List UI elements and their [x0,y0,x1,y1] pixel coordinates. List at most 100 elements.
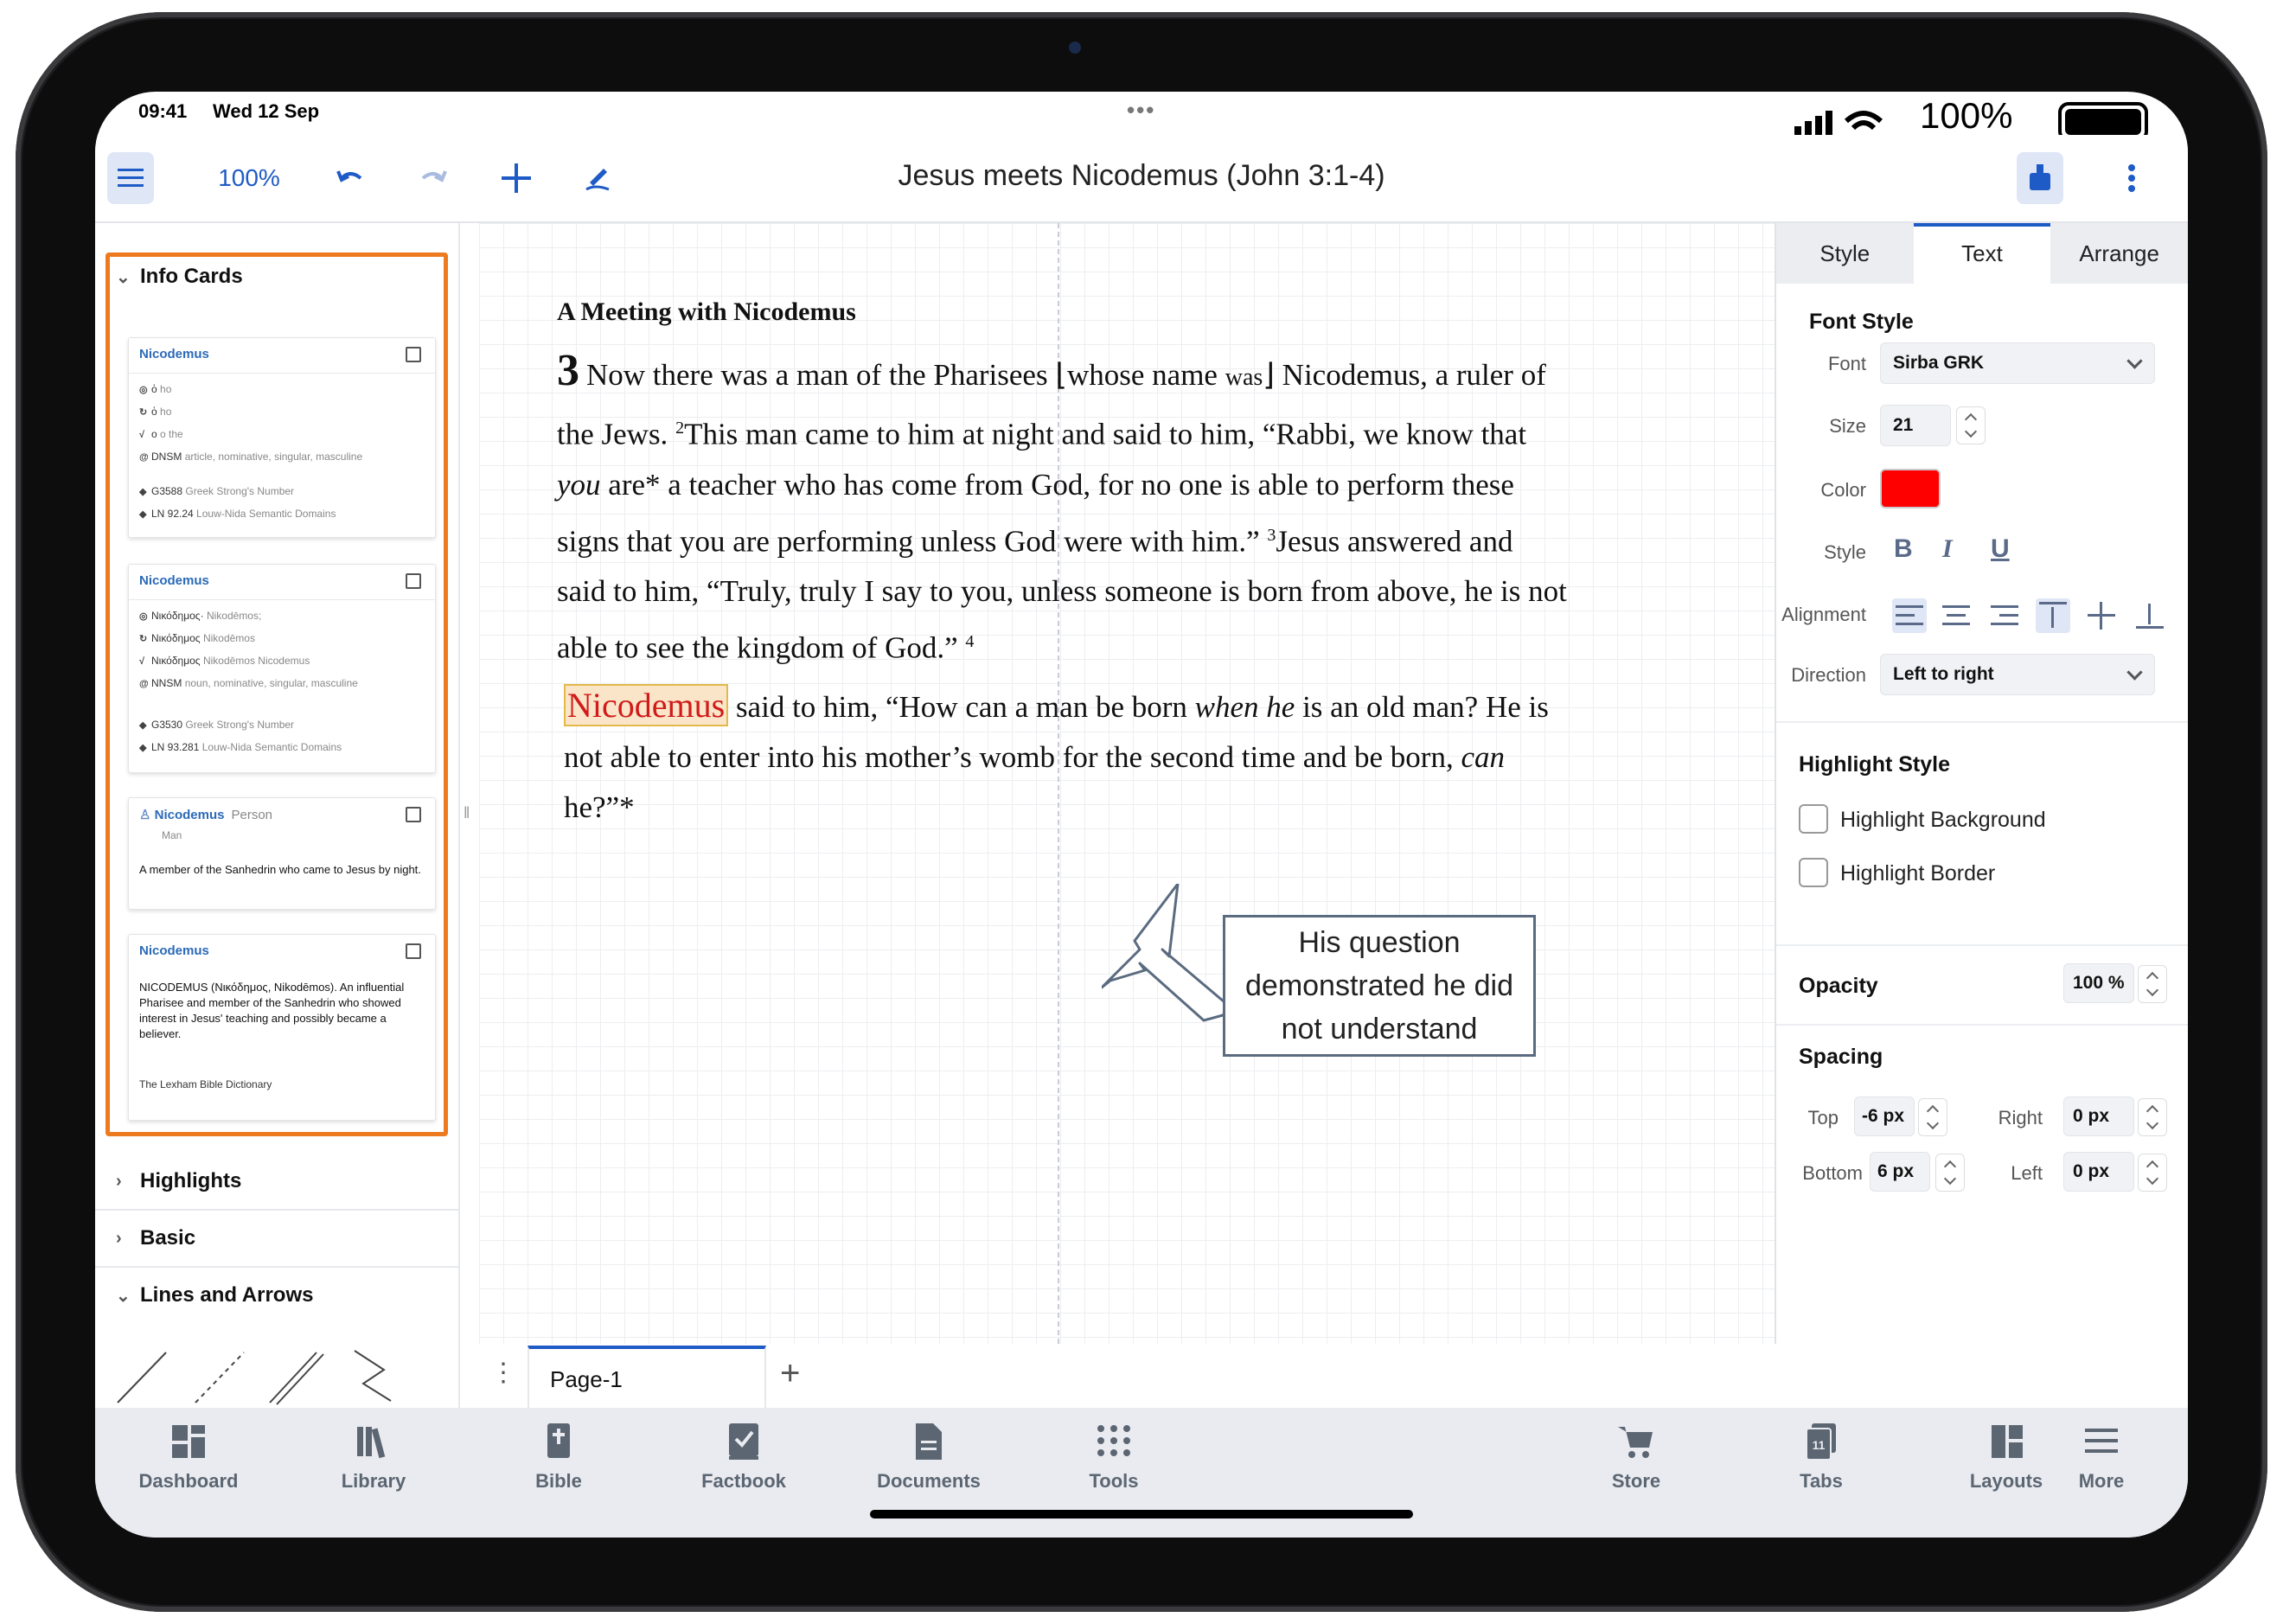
multitasking-dots[interactable]: ••• [1127,97,1155,124]
nav-documents[interactable]: Documents [860,1422,998,1493]
size-input[interactable]: 21 [1880,405,1951,446]
italic-button[interactable]: I [1942,534,1953,564]
section-info-cards[interactable]: ⌄ Info Cards [116,265,243,289]
color-swatch[interactable] [1880,469,1941,508]
bible-passage-text[interactable]: A Meeting with Nicodemus 3 Now there was … [557,297,1569,833]
panel-toggle-button[interactable] [2017,152,2063,204]
line-shape-double-b[interactable] [276,1353,324,1405]
card-body: A member of the Sanhedrin who came to Je… [139,863,421,876]
spacing-top-input[interactable]: -6 px [1854,1097,1915,1136]
spacing-right-label: Right [1998,1107,2043,1128]
section-label: Lines and Arrows [140,1283,314,1307]
align-right-button[interactable] [1987,598,2022,633]
passage-paragraph: Nicodemus said to him, “How can a man be… [564,683,1549,824]
align-top-button[interactable] [2036,598,2070,633]
info-card[interactable]: Nicodemus ◎ ὁ ho ↻ ὁ ho √ ο o the @ DNSM art… [128,337,436,538]
verse-number: 2 [675,419,685,438]
line-shape-solid[interactable] [117,1352,167,1403]
info-card[interactable]: Nicodemus NICODEMUS (Νικόδημος, Nikodēmo… [128,934,436,1121]
panel-resize-handle[interactable]: ‖ [464,804,470,822]
line-shape-dashed[interactable] [195,1352,245,1403]
nav-tabs[interactable]: 11 Tabs [1752,1422,1890,1493]
info-card[interactable]: ♙ Nicodemus Person Man A member of the Sa… [128,797,436,910]
home-indicator[interactable] [870,1510,1413,1519]
card-type: Man [162,829,182,841]
add-page-button[interactable]: + [780,1354,800,1393]
card-row: ◎ ὁ ho [139,383,172,395]
font-value: Sirba GRK [1893,353,1985,373]
direction-label: Direction [1791,664,1866,686]
tab-arrange[interactable]: Arrange [2050,223,2188,284]
tab-text[interactable]: Text [1913,223,2051,284]
spacing-bottom-input[interactable]: 6 px [1870,1152,1930,1192]
nav-label: Tools [1089,1470,1139,1492]
style-label: Style [1824,541,1866,563]
card-menu-icon[interactable] [406,807,421,822]
section-lines-arrows[interactable]: ⌄ Lines and Arrows [116,1283,313,1308]
at-icon: @ [139,679,149,689]
line-shape-double-a[interactable] [269,1352,317,1403]
refresh-icon: ↻ [139,634,148,644]
more-icon [2080,1422,2123,1461]
diamond-icon: ◆ [139,743,147,753]
section-label: Highlights [140,1169,242,1192]
section-basic[interactable]: › Basic [116,1226,195,1250]
opacity-label: Opacity [1799,974,1878,998]
info-card[interactable]: Nicodemus ◎ Νικόδημος· Nikodēmos; ↻ Νικόδη… [128,564,436,773]
card-menu-icon[interactable] [406,573,421,589]
page-tab-active[interactable]: Page-1 [528,1346,766,1408]
nav-more[interactable]: More [2032,1422,2171,1493]
nav-store[interactable]: Store [1567,1422,1705,1493]
page-menu-button[interactable]: ⋮ [486,1358,521,1392]
align-left-button[interactable] [1892,598,1927,633]
section-highlights[interactable]: › Highlights [116,1169,241,1193]
size-stepper[interactable] [1956,406,1986,444]
spacing-right-input[interactable]: 0 px [2063,1097,2134,1136]
tab-style[interactable]: Style [1776,223,1914,284]
card-body: NICODEMUS (Νικόδημος, Nikodēmos). An inf… [139,981,405,1040]
document-canvas[interactable]: A Meeting with Nicodemus 3 Now there was … [479,223,1776,1344]
bold-button[interactable]: B [1894,534,1913,564]
status-bar: 09:41 Wed 12 Sep ••• 100% [95,92,2188,142]
divider [1776,721,2188,723]
nav-factbook[interactable]: Factbook [675,1422,813,1493]
nav-library[interactable]: Library [304,1422,443,1493]
card-menu-icon[interactable] [406,347,421,362]
font-select[interactable]: Sirba GRK [1880,342,2155,384]
nav-bible[interactable]: Bible [489,1422,628,1493]
passage-heading: A Meeting with Nicodemus [557,297,856,326]
opacity-stepper[interactable] [2138,965,2167,1003]
opacity-input[interactable]: 100 % [2063,963,2134,1003]
align-middle-button[interactable] [2084,598,2119,633]
nav-tools[interactable]: Tools [1045,1422,1183,1493]
highlight-background-checkbox[interactable] [1799,804,1828,834]
more-options-button[interactable] [2110,152,2153,204]
spacing-right-stepper[interactable] [2138,1098,2167,1136]
spacing-left-stepper[interactable] [2138,1154,2167,1192]
chevron-down-icon [2126,353,2143,369]
line-shape-elbow[interactable] [354,1350,392,1402]
library-icon [352,1422,395,1461]
spacing-left-input[interactable]: 0 px [2063,1152,2134,1192]
card-menu-icon[interactable] [406,943,421,959]
size-label: Size [1829,415,1866,437]
font-label: Font [1827,353,1866,374]
direction-select[interactable]: Left to right [1880,654,2155,695]
highlight-border-checkbox[interactable] [1799,858,1828,887]
underline-button[interactable]: U [1991,534,2010,564]
front-camera [1069,42,1081,54]
spacing-top-stepper[interactable] [1918,1098,1947,1136]
callout-box[interactable]: His question demonstrated he did not und… [1223,915,1536,1057]
highlighted-word-nicodemus[interactable]: Nicodemus [564,683,729,726]
document-title[interactable]: Jesus meets Nicodemus (John 3:1-4) [95,159,2188,193]
align-bottom-button[interactable] [2133,598,2167,633]
highlight-style-heading: Highlight Style [1799,752,1950,777]
shapes-panel: ⌄ Info Cards Nicodemus ◎ ὁ ho ↻ ὁ ho √ ο o … [95,223,460,1408]
spacing-top-label: Top [1807,1107,1839,1128]
chevron-down-icon: ⌄ [116,1286,131,1306]
nav-dashboard[interactable]: Dashboard [119,1422,258,1493]
align-center-button[interactable] [1939,598,1973,633]
card-source: The Lexham Bible Dictionary [139,1078,272,1090]
card-row: √ ο o the [139,428,183,440]
refresh-icon: ↻ [139,407,148,418]
